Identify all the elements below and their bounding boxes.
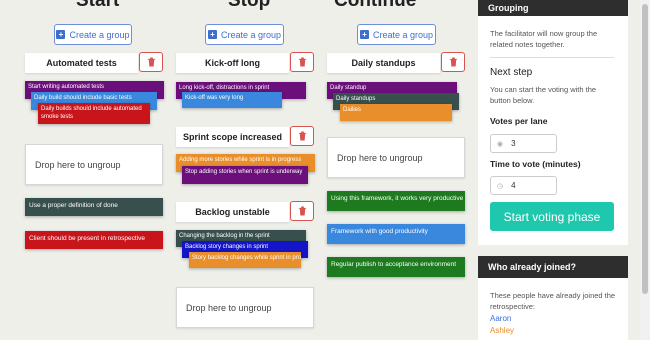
column-title-stop: Stop <box>228 0 271 11</box>
delete-group-button[interactable] <box>290 201 314 221</box>
grouping-description: The facilitator will now group the relat… <box>490 29 598 49</box>
trash-icon <box>449 57 457 67</box>
page-scrollbar[interactable] <box>640 0 650 340</box>
participant-name: Aaron <box>490 314 512 323</box>
column-title-continue: Continue <box>334 0 417 11</box>
trash-icon <box>298 57 306 67</box>
column-title-start: Start <box>76 0 120 11</box>
votes-per-lane-input[interactable]: ◉ 3 <box>490 134 557 153</box>
drop-zone-ungroup[interactable]: Drop here to ungroup <box>25 144 163 185</box>
group-title-automated-tests[interactable]: Automated tests <box>25 53 138 73</box>
divider <box>490 57 614 58</box>
create-group-label: Create a group <box>372 29 434 40</box>
note-card[interactable]: Using this framework, it works very prod… <box>327 191 465 211</box>
grouping-header: Grouping <box>478 0 628 16</box>
trash-icon <box>147 57 155 67</box>
note-card[interactable]: Dailies <box>340 104 452 121</box>
note-card[interactable]: Regular publish to acceptance environmen… <box>327 257 465 277</box>
trash-icon <box>298 206 306 216</box>
trash-icon <box>298 131 306 141</box>
plus-icon: + <box>359 30 369 39</box>
group-title-sprint-scope[interactable]: Sprint scope increased <box>176 127 289 147</box>
group-title-daily-standups[interactable]: Daily standups <box>327 53 440 73</box>
group-title-backlog-unstable[interactable]: Backlog unstable <box>176 202 289 222</box>
delete-group-button[interactable] <box>441 52 465 72</box>
note-card[interactable]: Use a proper definition of done <box>25 198 163 216</box>
time-to-vote-label: Time to vote (minutes) <box>490 159 581 169</box>
note-card[interactable]: Kick-off was very long <box>182 92 282 108</box>
time-value: 4 <box>511 181 516 190</box>
joined-description: These people have already joined the ret… <box>490 291 616 311</box>
create-group-button-stop[interactable]: + Create a group <box>205 24 284 45</box>
group-title-kick-off-long[interactable]: Kick-off long <box>176 53 289 73</box>
scrollbar-thumb[interactable] <box>642 4 648 294</box>
create-group-label: Create a group <box>220 29 282 40</box>
next-step-description: You can start the voting with the button… <box>490 85 597 105</box>
counter-icon: ◉ <box>497 140 504 148</box>
note-card[interactable]: Stop adding stories when sprint is under… <box>182 166 308 184</box>
create-group-label: Create a group <box>69 29 130 40</box>
plus-icon: + <box>56 30 66 39</box>
joined-header: Who already joined? <box>478 256 628 278</box>
plus-icon: + <box>207 30 217 39</box>
next-step-title: Next step <box>490 67 533 78</box>
note-card[interactable]: Client should be present in retrospectiv… <box>25 231 163 249</box>
delete-group-button[interactable] <box>139 52 163 72</box>
delete-group-button[interactable] <box>290 52 314 72</box>
note-card[interactable]: Story backlog changes while sprint in pr… <box>189 252 301 268</box>
drop-zone-ungroup[interactable]: Drop here to ungroup <box>176 287 314 328</box>
drop-zone-ungroup[interactable]: Drop here to ungroup <box>327 137 465 178</box>
clock-icon: ◷ <box>497 182 504 190</box>
votes-value: 3 <box>511 139 516 148</box>
note-card[interactable]: Daily builds should include automated sm… <box>38 103 150 124</box>
votes-per-lane-label: Votes per lane <box>490 116 548 126</box>
delete-group-button[interactable] <box>290 126 314 146</box>
create-group-button-continue[interactable]: + Create a group <box>357 24 436 45</box>
note-card[interactable]: Framework with good productivity <box>327 224 465 244</box>
create-group-button-start[interactable]: + Create a group <box>54 24 132 45</box>
participant-name: Ashley <box>490 326 515 335</box>
time-to-vote-input[interactable]: ◷ 4 <box>490 176 557 195</box>
start-voting-button[interactable]: Start voting phase <box>490 202 614 231</box>
